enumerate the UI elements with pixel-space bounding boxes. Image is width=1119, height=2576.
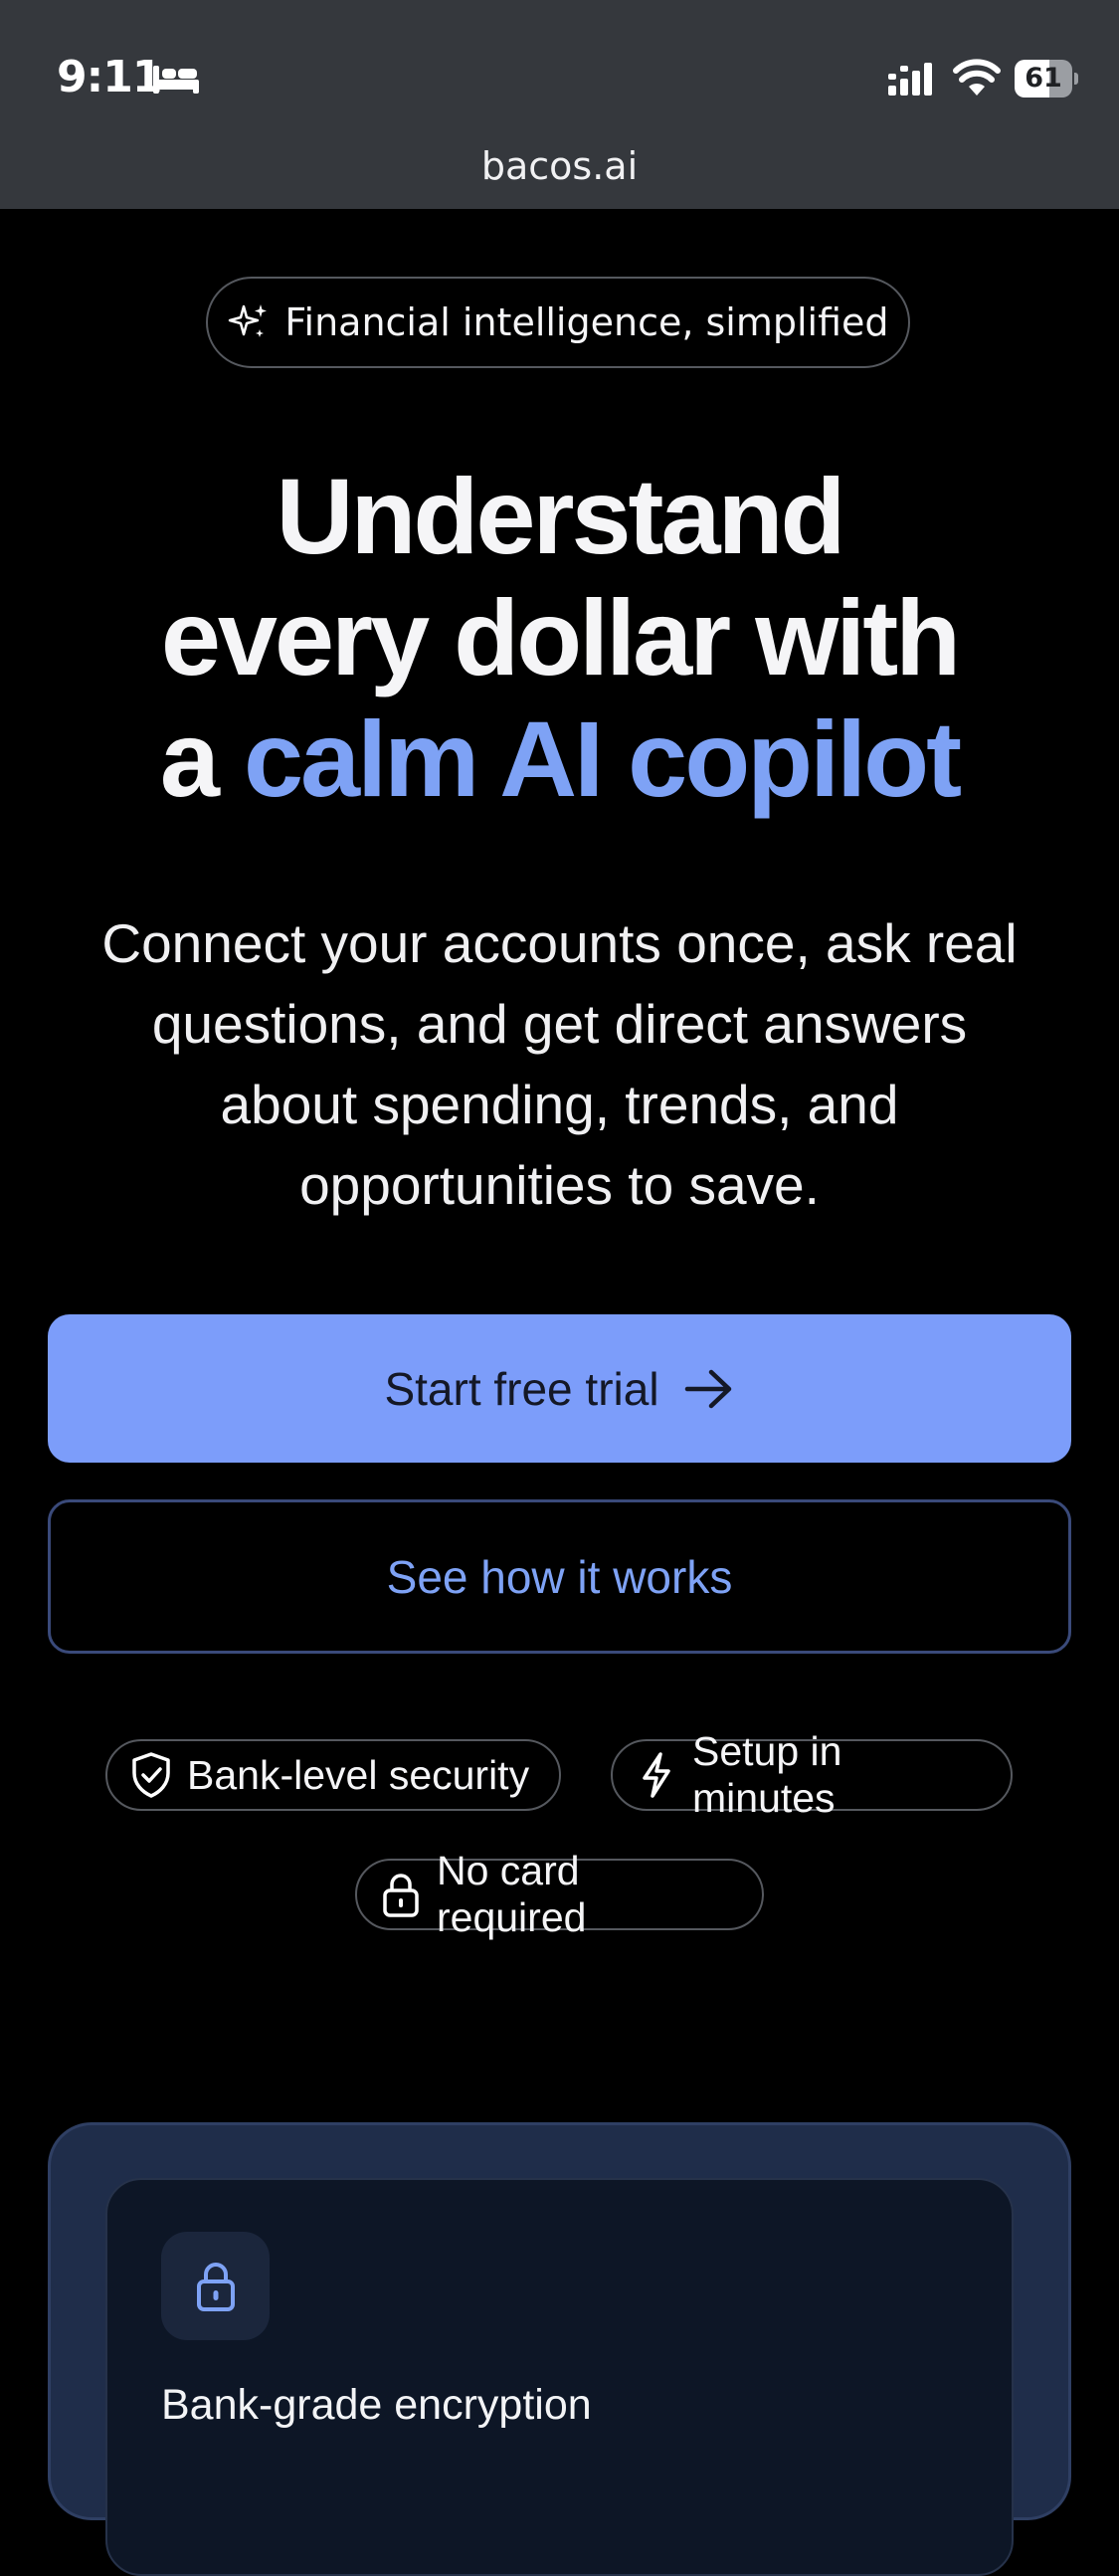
headline-line-2: every dollar with bbox=[160, 577, 961, 697]
lock-icon bbox=[196, 2262, 235, 2311]
signal-icon bbox=[888, 63, 932, 96]
hero-badge: Financial intelligence, simplified bbox=[206, 277, 910, 368]
trust-badge-no-card: No card required bbox=[355, 1848, 764, 1940]
trust-badge-security-label: Bank-level security bbox=[187, 1751, 530, 1798]
battery-icon: 61 bbox=[1015, 60, 1078, 98]
trust-badge-setup: Setup in minutes bbox=[611, 1728, 1013, 1821]
wifi-icon bbox=[953, 59, 1001, 96]
trust-badge-security: Bank-level security bbox=[105, 1739, 561, 1811]
sparkle-icon bbox=[229, 304, 268, 337]
feature-icon-badge bbox=[161, 2232, 270, 2340]
status-bar: 9:11 61 bacos.ai bbox=[0, 0, 1119, 209]
status-time: 9:11 bbox=[57, 52, 162, 102]
trust-badge-no-card-label: No card required bbox=[437, 1848, 587, 1940]
start-free-trial-button[interactable]: Start free trial bbox=[48, 1314, 1071, 1463]
hero-headline: Understand every dollar with a calm AI c… bbox=[0, 456, 1119, 820]
bed-icon bbox=[153, 66, 199, 94]
battery-percent: 61 bbox=[1025, 63, 1062, 94]
arrow-right-icon bbox=[684, 1369, 731, 1408]
start-free-trial-label: Start free trial bbox=[384, 1362, 659, 1415]
shield-check-icon bbox=[132, 1752, 170, 1798]
trust-badge-setup-label: Setup in minutes bbox=[692, 1728, 842, 1821]
lightning-icon bbox=[643, 1752, 670, 1798]
headline-accent: calm AI copilot bbox=[243, 698, 962, 819]
see-how-it-works-button[interactable]: See how it works bbox=[48, 1499, 1071, 1654]
feature-card-title: Bank-grade encryption bbox=[161, 2381, 592, 2429]
lock-icon bbox=[383, 1874, 419, 1917]
address-bar-url[interactable]: bacos.ai bbox=[0, 144, 1119, 188]
headline-line-1: Understand bbox=[276, 456, 845, 576]
hero-badge-label: Financial intelligence, simplified bbox=[284, 300, 889, 344]
see-how-it-works-label: See how it works bbox=[386, 1550, 733, 1603]
hero-subheadline: Connect your accounts once, ask real que… bbox=[101, 912, 1018, 1216]
headline-line-3-prefix: a bbox=[159, 698, 244, 819]
